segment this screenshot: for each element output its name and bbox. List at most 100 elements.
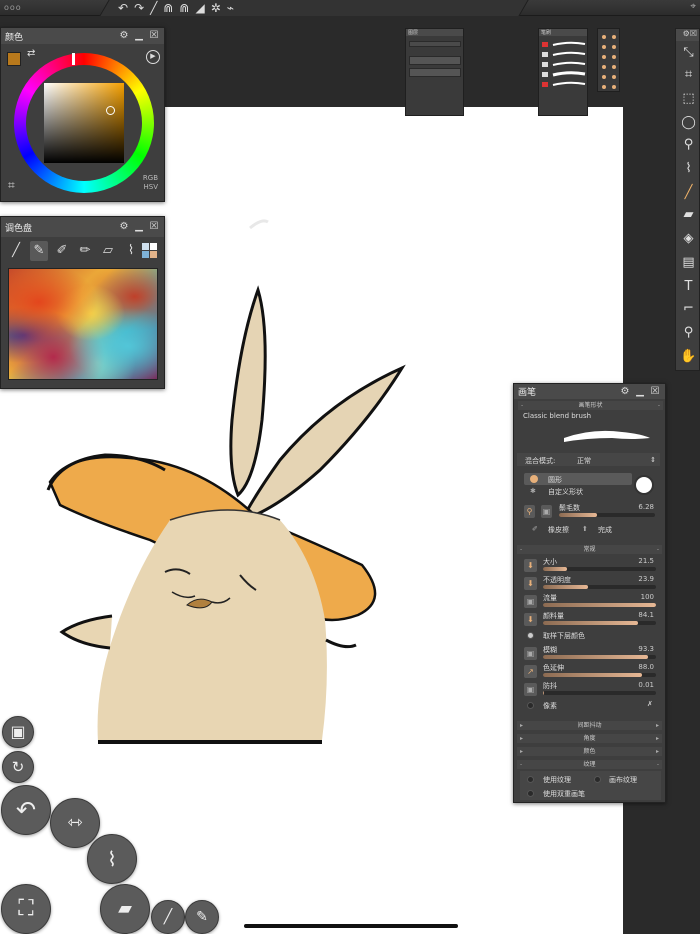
blend-mode-value[interactable]: 正常 [577, 456, 591, 466]
rect-select-icon[interactable]: ⬚ [676, 89, 700, 109]
blend-brush-icon[interactable]: ✎ [30, 241, 48, 261]
section-texture[interactable]: - 纹理 - [517, 760, 662, 769]
shape-round-option[interactable]: 圆形 [524, 473, 632, 485]
close-icon[interactable]: ☒ [649, 386, 661, 398]
brush-tool-icon[interactable]: ╱ [676, 183, 700, 203]
eraser-button[interactable]: ▰ [100, 884, 150, 934]
eyedropper-button[interactable]: ⌇ [87, 834, 137, 884]
undo-button[interactable]: ↶ [1, 785, 51, 835]
swap-colors-icon[interactable]: ⇄ [27, 48, 35, 59]
crop-icon[interactable]: ⌗ [8, 178, 15, 193]
blend-mode-label: 混合模式: [525, 457, 556, 465]
shape-custom-label[interactable]: 自定义形状 [548, 487, 583, 497]
erase-label[interactable]: 橡皮擦 [548, 525, 569, 535]
wrench-icon[interactable]: ✗ [647, 700, 653, 708]
brush-button[interactable]: ╱ [151, 900, 185, 934]
flow-slider[interactable]: ▣ 流量 100 [524, 593, 658, 611]
minimize-icon[interactable]: ▁ [634, 386, 646, 398]
size-slider[interactable]: ⬇ 大小 21.5 [524, 557, 658, 575]
saturation-value-square[interactable] [44, 83, 124, 163]
brush-stroke-preview [564, 430, 650, 442]
slider-label: 色延伸 [543, 664, 564, 672]
chevron-updown-icon[interactable]: ⇕ [650, 456, 656, 464]
layers-mini-panel[interactable]: 图层 [405, 28, 464, 116]
color-stretch-slider[interactable]: ↗ 色延伸 88.0 [524, 663, 658, 681]
play-icon[interactable]: ▶ [146, 50, 160, 64]
brushes-mini-panel[interactable]: 笔刷 [538, 28, 588, 116]
redo-icon[interactable]: ↷ [134, 0, 144, 16]
close-icon[interactable]: ☒ [148, 30, 160, 42]
section-color[interactable]: ▸ 颜色 ▸ [517, 747, 662, 756]
text-tool-icon[interactable]: T [676, 277, 700, 297]
perspective-icon[interactable]: ⋒ [163, 0, 173, 16]
stroke-option-icon[interactable]: ⌁ [227, 0, 234, 16]
minimize-icon[interactable]: ▁ [133, 221, 145, 233]
opacity-slider[interactable]: ⬇ 不透明度 23.9 [524, 575, 658, 593]
smudge-icon[interactable]: ✐ [53, 241, 71, 261]
gradient-tool-icon[interactable]: ▤ [676, 253, 700, 273]
mode-rgb[interactable]: RGB [143, 174, 158, 182]
foreground-color-swatch[interactable] [7, 52, 21, 66]
ruler-icon[interactable]: ◢ [195, 0, 204, 16]
flip-button[interactable]: ⇿ [50, 798, 100, 848]
sample-underlying-radio[interactable] [527, 632, 534, 639]
marker-icon[interactable]: ✏ [76, 241, 94, 261]
eraser-icon[interactable]: ▱ [99, 241, 117, 261]
use-texture-radio[interactable] [527, 776, 534, 783]
section-brush-shape[interactable]: - 画笔形状 - [518, 401, 663, 410]
gear-icon[interactable]: ⚙ [619, 386, 631, 398]
fullscreen-button[interactable]: ⛶ [1, 884, 51, 934]
paint-amount-slider[interactable]: ⬇ 颜料量 84.1 [524, 611, 658, 629]
gear-icon[interactable]: ⚙ [118, 30, 130, 42]
blur-slider[interactable]: ▣ 模糊 93.3 [524, 645, 658, 663]
minimize-icon[interactable]: ▁ [133, 30, 145, 42]
menu-dots-icon[interactable]: ооо [4, 3, 22, 12]
smudge-tool-icon[interactable]: ⌐ [676, 299, 700, 319]
brush-icon[interactable]: ╱ [7, 241, 25, 261]
section-general[interactable]: - 常规 - [517, 545, 662, 554]
rotate-reset-button[interactable]: ↻ [2, 751, 34, 783]
frame-icon: ▣ [10, 722, 26, 741]
magic-wand-icon[interactable]: ⚲ [676, 135, 700, 155]
slider-value: 0.01 [638, 681, 654, 689]
tools-mini-panel[interactable] [597, 28, 620, 92]
symmetry-icon[interactable]: ✲ [211, 0, 221, 16]
move-tool-icon[interactable]: ⤡ [676, 43, 700, 63]
eyedropper-icon[interactable]: ⌇ [122, 241, 140, 261]
blend-mode-row[interactable]: 混合模式: 正常 ⇕ [517, 453, 660, 466]
canvas-texture-radio[interactable] [594, 776, 601, 783]
undo-icon[interactable]: ↶ [118, 0, 128, 16]
mode-hsv[interactable]: HSV [144, 183, 159, 191]
section-spacing-jitter[interactable]: ▸ 间距抖动 ▸ [517, 721, 662, 730]
slider-label: 模糊 [543, 646, 557, 654]
palette-colors-icon[interactable] [142, 243, 160, 259]
lasso-icon[interactable]: ◯ [676, 113, 700, 133]
done-label[interactable]: 完成 [598, 525, 612, 535]
dual-brush-radio[interactable] [527, 790, 534, 797]
pixel-radio[interactable] [527, 702, 534, 709]
perspective-alt-icon[interactable]: ⋒ [179, 0, 189, 16]
close-icon[interactable]: ☒ [148, 221, 160, 233]
line-tool-icon[interactable]: ╱ [150, 0, 157, 16]
collapse-icon[interactable]: ⌖ [690, 1, 696, 12]
crop-tool-icon[interactable]: ⌗ [676, 65, 700, 85]
section-angle[interactable]: ▸ 角度 ▸ [517, 734, 662, 743]
shape-preview-circle[interactable] [634, 475, 654, 495]
bristle-toggle-icon[interactable]: ▣ [541, 505, 552, 518]
fit-screen-button[interactable]: ▣ [2, 716, 34, 748]
gear-icon[interactable]: ⚙ [118, 221, 130, 233]
stabilizer-slider[interactable]: ▣ 防抖 0.01 [524, 681, 658, 699]
layer-row[interactable] [409, 56, 461, 65]
layer-row[interactable] [409, 68, 461, 77]
hand-tool-icon[interactable]: ✋ [676, 347, 700, 367]
slider-label: 流量 [543, 594, 557, 602]
fill-tool-icon[interactable]: ◈ [676, 229, 700, 249]
palette-image[interactable] [8, 268, 158, 380]
zoom-tool-icon[interactable]: ⚲ [676, 323, 700, 343]
eyedropper-tool-icon[interactable]: ⌇ [676, 159, 700, 179]
rotate-icon: ↻ [11, 758, 25, 776]
eraser-tool-icon[interactable]: ▰ [676, 205, 700, 225]
bristles-slider[interactable]: ⚲ ▣ 鬃毛数 6.28 [524, 503, 658, 521]
color-cursor[interactable] [106, 106, 115, 115]
smudge-button[interactable]: ✎ [185, 900, 219, 934]
